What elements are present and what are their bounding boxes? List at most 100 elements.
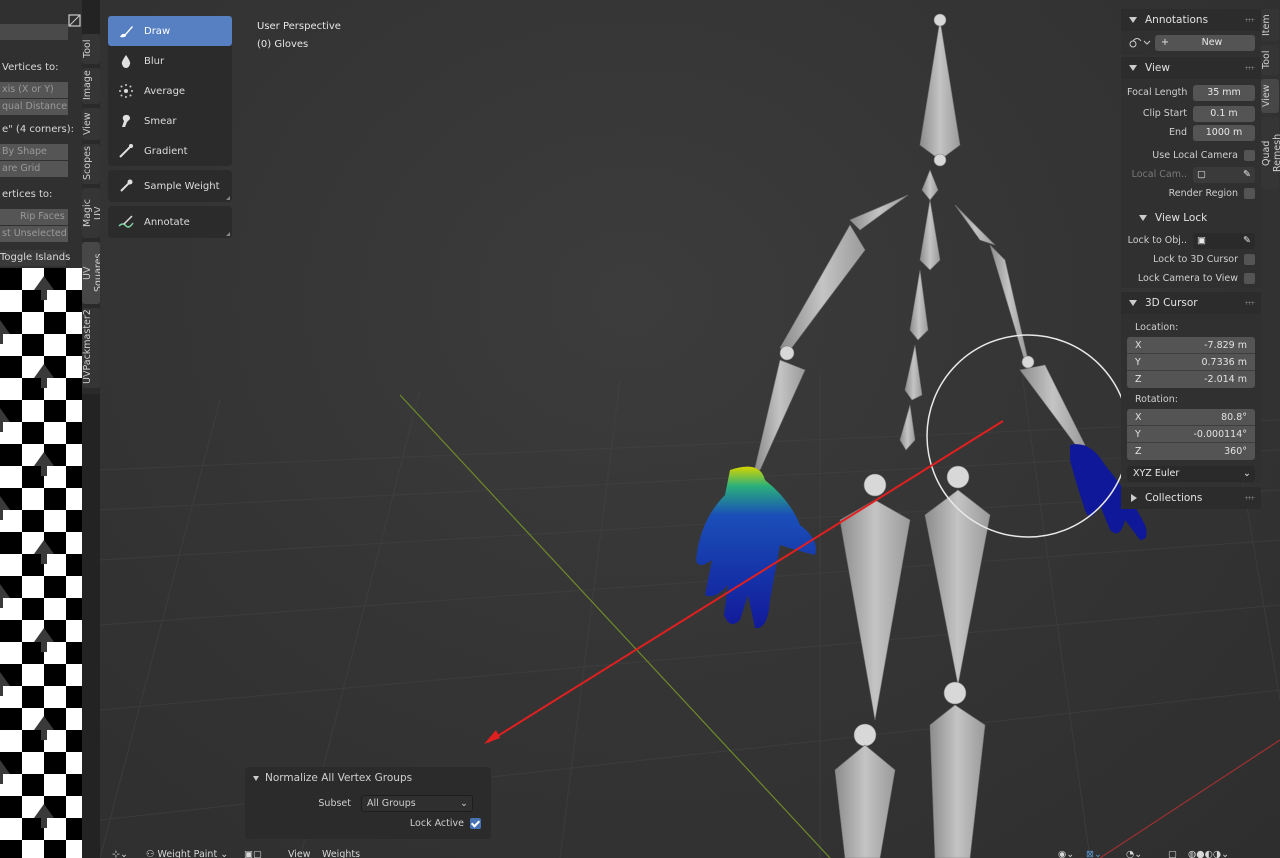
lock-active-checkbox[interactable] [470,817,481,829]
tool-average[interactable]: Average [108,76,232,106]
rip-faces-field[interactable]: Rip Faces [0,209,68,225]
render-region-checkbox[interactable] [1244,188,1255,199]
render-region-row: Render Region [1121,184,1261,203]
lock-active-label: Lock Active [409,817,464,829]
tab-quad-remesh[interactable]: Quad Remesh [1261,117,1280,189]
tab-magic-uv[interactable]: Magic UV [82,188,104,238]
tool-options-corner [226,196,230,200]
rotation-y-field[interactable]: Y -0.000114° [1127,426,1255,443]
uv-option-field[interactable]: qual Distance [0,99,68,115]
axis-label: X [1135,411,1142,423]
subset-dropdown[interactable]: All Groups ⌄ [361,794,473,812]
uv-option-field[interactable]: st Unselected [0,226,68,242]
gizmo-icon[interactable]: ⊠⌄ [1086,849,1102,858]
uv-editor-tabs: Tool Image View Scopes Magic UV UV Squar… [82,34,104,394]
clip-end-field[interactable]: 1000 m [1193,124,1255,141]
toggle-islands-button[interactable]: Toggle Islands [0,250,70,266]
tab-view[interactable]: View [1261,79,1279,113]
visibility-icon[interactable]: ◉⌄ [1058,849,1074,858]
clip-start-field[interactable]: 0.1 m [1193,105,1255,122]
tab-uv-squares[interactable]: UV Squares [82,242,104,304]
annotate-pen-icon [118,214,134,230]
lock-3d-cursor-label: Lock to 3D Cursor [1153,254,1238,265]
tool-annotate[interactable]: Annotate [108,206,232,238]
tab-item[interactable]: Item [1261,9,1279,41]
tab-image[interactable]: Image [82,68,100,104]
tool-blur[interactable]: Blur [108,46,232,76]
arrow-up-icon [0,584,10,608]
uv-option-field[interactable]: are Grid [0,161,68,177]
uv-option-field[interactable]: xis (X or Y) [0,82,68,98]
tool-gradient[interactable]: Gradient [108,136,232,166]
drag-grip-icon[interactable] [1245,496,1255,500]
annotations-row: + New [1121,31,1261,55]
chevron-down-icon: ⌄ [460,797,468,809]
rotation-mode-dropdown[interactable]: XYZ Euler ⌄ [1127,465,1255,482]
rotation-z-field[interactable]: Z 360° [1127,443,1255,460]
mode-dropdown[interactable]: ⚇ Weight Paint ⌄ [146,849,228,858]
eyedropper-icon[interactable]: ✎ [1243,233,1251,249]
view-lock-header[interactable]: View Lock [1121,207,1261,229]
shading-modes-icon[interactable]: ◍●◐◑⌄ [1188,849,1229,858]
lock-camera-checkbox[interactable] [1244,273,1255,284]
location-y-field[interactable]: Y 0.7336 m [1127,354,1255,371]
uv-field-top [0,24,68,40]
3d-viewport[interactable] [100,0,1280,858]
use-local-camera-checkbox[interactable] [1244,150,1255,161]
rotation-label: Rotation: [1135,394,1178,405]
new-annotation-button[interactable]: + New [1155,35,1255,51]
tool-sample-weight[interactable]: Sample Weight [108,170,232,202]
tool-label: Sample Weight [144,180,220,192]
rotation-x-field[interactable]: X 80.8° [1127,409,1255,426]
camera-object-icon: ▢ [1197,168,1206,180]
location-x-field[interactable]: X -7.829 m [1127,337,1255,354]
location-z-field[interactable]: Z -2.014 m [1127,371,1255,388]
local-camera-field[interactable]: ▢ ✎ [1193,166,1255,183]
focal-length-field[interactable]: 35 mm [1193,84,1255,101]
tab-uvpackmaster2[interactable]: UVPackmaster2 [82,308,100,388]
chevron-right-icon [1131,494,1137,502]
view-perspective-label: User Perspective [257,21,341,32]
operator-header[interactable]: Normalize All Vertex Groups [245,767,491,789]
tool-smear[interactable]: Smear [108,106,232,136]
tab-tool[interactable]: Tool [82,34,100,64]
editor-type-icon[interactable]: ⊹⌄ [112,849,128,858]
tab-scopes[interactable]: Scopes [82,144,100,184]
axis-label: Z [1135,374,1142,385]
mode-label: Weight Paint [157,849,218,858]
tool-draw[interactable]: Draw [108,16,232,46]
uv-checker-texture [0,268,82,858]
drag-grip-icon[interactable] [1245,66,1255,70]
clip-end-row: End 1000 m [1121,123,1261,142]
eyedropper-icon[interactable]: ✎ [1243,167,1251,183]
xray-icon[interactable]: ▢ [1168,849,1177,858]
lock-3d-cursor-checkbox[interactable] [1244,254,1255,265]
chevron-down-icon [1139,215,1147,221]
uv-editor-type-button[interactable] [66,12,82,30]
rotation-fields: X 80.8° Y -0.000114° Z 360° [1127,409,1255,460]
view-menu[interactable]: View [288,849,311,858]
drag-grip-icon[interactable] [1245,18,1255,22]
collections-header[interactable]: Collections [1121,487,1261,509]
annotation-layer-icon[interactable] [1127,35,1155,52]
clip-start-row: Clip Start 0.1 m [1121,104,1261,123]
tool-label: Annotate [144,216,190,228]
tool-label: Gradient [144,145,188,157]
tab-view[interactable]: View [82,108,100,140]
panel-title: View Lock [1155,212,1208,224]
arrow-head-icon [484,730,500,744]
rotation-mode-row: XYZ Euler ⌄ [1121,464,1261,483]
view-toggle-icons[interactable]: ▣▢ [244,849,262,858]
focal-length-label: Focal Length [1127,87,1188,98]
overlay-icon[interactable]: ◔⌄ [1126,849,1142,858]
drag-grip-icon[interactable] [1245,301,1255,305]
annotations-header[interactable]: Annotations [1121,9,1261,31]
view-header[interactable]: View [1121,57,1261,79]
3d-cursor-header[interactable]: 3D Cursor [1121,292,1261,314]
tab-tool[interactable]: Tool [1261,45,1279,75]
uv-label: e" (4 corners): [2,124,75,135]
lock-object-field[interactable]: ▣ ✎ [1193,232,1255,249]
weights-menu[interactable]: Weights [322,849,360,858]
uv-option-field[interactable]: By Shape [0,144,68,160]
render-region-label: Render Region [1168,188,1238,199]
